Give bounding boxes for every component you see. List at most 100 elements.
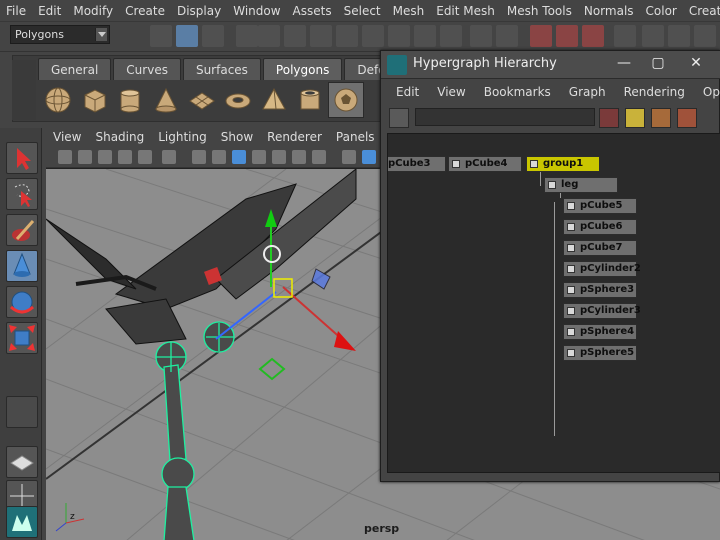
node-psphere4[interactable]: pSphere4 xyxy=(563,324,637,340)
scale-tool-icon[interactable] xyxy=(6,322,38,354)
rotate-tool-icon[interactable] xyxy=(6,286,38,318)
node-leg[interactable]: leg xyxy=(544,177,618,193)
node-pcube3[interactable]: pCube3 xyxy=(388,156,446,172)
render-frame-icon[interactable] xyxy=(642,25,664,47)
paint-select-tool-icon[interactable] xyxy=(6,214,38,246)
ipr-render-icon[interactable] xyxy=(668,25,690,47)
minimize-icon[interactable]: — xyxy=(609,53,639,73)
node-pcylinder2[interactable]: pCylinder2 xyxy=(563,261,641,277)
menu-modify[interactable]: Modify xyxy=(67,0,119,22)
node-pcube7[interactable]: pCube7 xyxy=(563,240,637,256)
menu-create[interactable]: Create xyxy=(119,0,171,22)
menu-normals[interactable]: Normals xyxy=(578,0,640,22)
menu-mesh[interactable]: Mesh xyxy=(387,0,431,22)
close-icon[interactable]: ✕ xyxy=(681,53,711,73)
menu-select[interactable]: Select xyxy=(338,0,387,22)
tab-general[interactable]: General xyxy=(38,58,112,80)
symmetry-icon[interactable] xyxy=(582,25,604,47)
field-chart-icon[interactable] xyxy=(272,150,286,164)
menu-window[interactable]: Window xyxy=(227,0,286,22)
camera-attributes-icon[interactable] xyxy=(78,150,92,164)
viewport-menu-view[interactable]: View xyxy=(46,130,88,144)
grease-pencil-icon[interactable] xyxy=(162,150,176,164)
hg-io-connections-icon[interactable] xyxy=(677,108,697,128)
plane-icon[interactable] xyxy=(184,82,220,118)
pipe-icon[interactable] xyxy=(292,82,328,118)
last-tool-slot[interactable] xyxy=(6,396,38,428)
menu-assets[interactable]: Assets xyxy=(287,0,338,22)
resolution-gate-icon[interactable] xyxy=(232,150,246,164)
single-layout-icon[interactable] xyxy=(6,446,38,478)
tab-curves[interactable]: Curves xyxy=(113,58,181,80)
menu-display[interactable]: Display xyxy=(171,0,227,22)
magnet-icon[interactable] xyxy=(530,25,552,47)
pivot-handle[interactable] xyxy=(258,357,286,381)
viewport-menu-lighting[interactable]: Lighting xyxy=(151,130,214,144)
hypergraph-titlebar[interactable]: Hypergraph Hierarchy — ▢ ✕ xyxy=(381,51,720,79)
wireframe-icon[interactable] xyxy=(342,150,356,164)
image-plane-icon[interactable] xyxy=(118,150,132,164)
hg-output-connections-icon[interactable] xyxy=(651,108,671,128)
hg-graph-icon[interactable] xyxy=(389,108,409,128)
film-gate-icon[interactable] xyxy=(212,150,226,164)
viewport-menu-shading[interactable]: Shading xyxy=(88,130,151,144)
history-icon[interactable] xyxy=(388,25,410,47)
sphere-icon[interactable] xyxy=(40,82,76,118)
snap-grid-icon[interactable] xyxy=(258,25,280,47)
hg-menu-edit[interactable]: Edit xyxy=(387,85,428,99)
snap-point-icon[interactable] xyxy=(310,25,332,47)
smooth-shade-icon[interactable] xyxy=(362,150,376,164)
menu-set-dropdown[interactable]: Polygons xyxy=(10,25,110,44)
node-pcube5[interactable]: pCube5 xyxy=(563,198,637,214)
tab-polygons[interactable]: Polygons xyxy=(262,58,343,80)
node-group1[interactable]: group1 xyxy=(526,156,600,172)
gate-mask-icon[interactable] xyxy=(252,150,266,164)
hg-menu-graph[interactable]: Graph xyxy=(560,85,615,99)
cone-icon[interactable] xyxy=(148,82,184,118)
node-pcube4[interactable]: pCube4 xyxy=(448,156,522,172)
viewport-menu-show[interactable]: Show xyxy=(214,130,260,144)
soccer-ball-icon[interactable] xyxy=(328,82,364,118)
menu-mesh-tools[interactable]: Mesh Tools xyxy=(501,0,578,22)
selection-mask-icon[interactable] xyxy=(236,25,258,47)
help-icon[interactable] xyxy=(440,25,462,47)
move-tool-icon[interactable] xyxy=(6,250,38,282)
snap-live-icon[interactable] xyxy=(362,25,384,47)
select-by-hierarchy-icon[interactable] xyxy=(150,25,172,47)
move-x-arrow[interactable] xyxy=(334,331,356,351)
snap-view-plane-icon[interactable] xyxy=(336,25,358,47)
2d-pan-icon[interactable] xyxy=(138,150,152,164)
viewport-menu-renderer[interactable]: Renderer xyxy=(260,130,329,144)
selection-lock-icon[interactable] xyxy=(496,25,518,47)
hg-menu-options[interactable]: Options xyxy=(694,85,720,99)
leg-wireframe[interactable] xyxy=(155,321,235,540)
hg-scene-hierarchy-icon[interactable] xyxy=(599,108,619,128)
hg-input-connections-icon[interactable] xyxy=(625,108,645,128)
render-settings-icon[interactable] xyxy=(694,25,716,47)
cube-icon[interactable] xyxy=(76,82,112,118)
cylinder-icon[interactable] xyxy=(112,82,148,118)
grid-toggle-icon[interactable] xyxy=(192,150,206,164)
maximize-icon[interactable]: ▢ xyxy=(643,53,673,73)
hg-menu-view[interactable]: View xyxy=(428,85,474,99)
bookmark-icon[interactable] xyxy=(98,150,112,164)
menu-edit[interactable]: Edit xyxy=(32,0,67,22)
hg-search-field[interactable] xyxy=(415,108,595,126)
viewport-menu-panels[interactable]: Panels xyxy=(329,130,382,144)
safe-action-icon[interactable] xyxy=(292,150,306,164)
menu-create-uvs[interactable]: Create UVs xyxy=(683,0,720,22)
soft-select-icon[interactable] xyxy=(556,25,578,47)
torus-icon[interactable] xyxy=(220,82,256,118)
node-pcube6[interactable]: pCube6 xyxy=(563,219,637,235)
select-tool-icon[interactable] xyxy=(6,142,38,174)
build-icon[interactable] xyxy=(414,25,436,47)
lasso-tool-icon[interactable] xyxy=(6,178,38,210)
pyramid-icon[interactable] xyxy=(256,82,292,118)
node-psphere3[interactable]: pSphere3 xyxy=(563,282,637,298)
hypergraph-canvas[interactable]: pCube3 pCube4 group1 leg pCube5 pCube6 p… xyxy=(387,133,720,473)
select-by-object-icon[interactable] xyxy=(176,25,198,47)
snap-curve-icon[interactable] xyxy=(284,25,306,47)
node-psphere5[interactable]: pSphere5 xyxy=(563,345,637,361)
hg-menu-rendering[interactable]: Rendering xyxy=(615,85,694,99)
select-by-component-icon[interactable] xyxy=(202,25,224,47)
